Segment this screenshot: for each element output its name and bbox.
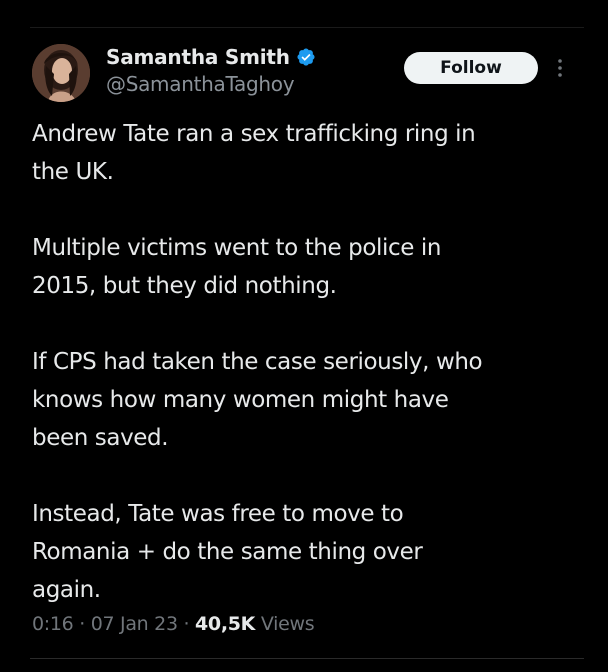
tweet-paragraph: Instead, Tate was free to move to Romani… bbox=[32, 501, 423, 603]
tweet-date[interactable]: 07 Jan 23 bbox=[91, 613, 178, 635]
meta-separator: · bbox=[183, 613, 190, 635]
author-info[interactable]: Samantha Smith @SamanthaTaghoy bbox=[106, 42, 316, 96]
profile-photo-icon bbox=[32, 44, 90, 102]
avatar[interactable] bbox=[32, 44, 90, 102]
bottom-divider bbox=[30, 658, 584, 659]
more-vertical-icon[interactable] bbox=[552, 57, 568, 79]
views-label: Views bbox=[260, 613, 315, 635]
author-handle[interactable]: @SamanthaTaghoy bbox=[106, 72, 316, 96]
tweet-meta: 0:16 · 07 Jan 23 · 40,5K Views bbox=[32, 613, 315, 635]
follow-button[interactable]: Follow bbox=[404, 52, 538, 84]
tweet-paragraph: Andrew Tate ran a sex trafficking ring i… bbox=[32, 121, 476, 185]
views-count: 40,5K bbox=[195, 613, 256, 635]
meta-separator: · bbox=[79, 613, 85, 635]
verified-badge-icon bbox=[297, 48, 315, 66]
tweet-text: Andrew Tate ran a sex trafficking ring i… bbox=[32, 115, 592, 609]
display-name[interactable]: Samantha Smith bbox=[106, 45, 290, 69]
tweet-paragraph: If CPS had taken the case seriously, who… bbox=[32, 349, 483, 451]
tweet-time[interactable]: 0:16 bbox=[32, 613, 74, 635]
tweet-paragraph: Multiple victims went to the police in 2… bbox=[32, 235, 442, 299]
name-row: Samantha Smith bbox=[106, 42, 316, 72]
top-divider bbox=[30, 27, 584, 28]
